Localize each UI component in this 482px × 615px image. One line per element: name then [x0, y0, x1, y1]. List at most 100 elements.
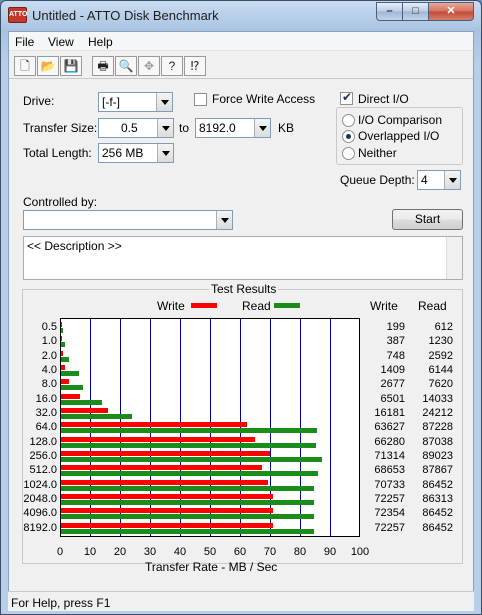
- toolbar: 🗋 📂 💾 🖶 🔍 ✥ ? ⁉: [9, 52, 473, 79]
- direct-io-checkbox[interactable]: [340, 90, 353, 105]
- read-bar: [61, 342, 65, 348]
- write-bar: [61, 494, 273, 499]
- write-value: 70733: [374, 478, 405, 491]
- force-write-checkbox[interactable]: [194, 93, 207, 106]
- new-file-icon[interactable]: 🗋: [14, 56, 36, 76]
- help-icon[interactable]: ?: [161, 56, 183, 76]
- read-value: 86452: [422, 478, 453, 491]
- menu-help[interactable]: Help: [88, 35, 113, 49]
- description-scrollbar[interactable]: [446, 237, 462, 279]
- x-tick-label: 70: [263, 546, 277, 558]
- transfer-size-row-label: 4.0: [41, 364, 57, 376]
- transfer-size-to-select[interactable]: 8192.0: [195, 118, 271, 138]
- x-tick-label: 50: [203, 546, 217, 558]
- controlled-by-label: Controlled by:: [23, 195, 98, 209]
- transfer-size-row-label: 64.0: [35, 421, 57, 434]
- read-value: 86452: [422, 521, 453, 534]
- write-value: 16181: [374, 407, 405, 419]
- chevron-down-icon[interactable]: [216, 211, 232, 229]
- write-bar: [61, 465, 263, 471]
- x-tick-label: 60: [233, 546, 247, 558]
- gridline: [330, 319, 331, 536]
- legend-read-label: Read: [242, 299, 271, 313]
- save-icon[interactable]: 💾: [60, 56, 82, 76]
- write-value: 387: [386, 335, 405, 348]
- transfer-size-row-label: 1024.0: [23, 478, 57, 491]
- write-value: 199: [386, 321, 405, 333]
- chevron-down-icon[interactable]: [254, 119, 270, 137]
- chevron-down-icon[interactable]: [157, 144, 173, 162]
- menu-file[interactable]: File: [15, 35, 34, 49]
- menu-view[interactable]: View: [48, 35, 74, 49]
- transfer-size-row-label: 4096.0: [23, 507, 57, 520]
- overlapped-io-radio[interactable]: [342, 130, 355, 143]
- minimize-button[interactable]: –: [376, 2, 403, 21]
- open-folder-icon[interactable]: 📂: [37, 56, 59, 76]
- transfer-size-row-label: 1.0: [41, 335, 57, 348]
- transfer-from-value: 0.5: [121, 121, 138, 135]
- read-bar: [61, 514, 315, 520]
- total-length-label: Total Length:: [23, 146, 92, 160]
- write-value: 72354: [374, 507, 405, 520]
- read-bar: [61, 500, 314, 505]
- read-bar: [61, 442, 316, 448]
- window-title: Untitled - ATTO Disk Benchmark: [32, 8, 219, 23]
- read-bar: [61, 385, 84, 391]
- transfer-size-label: Transfer Size:: [23, 121, 98, 135]
- print-icon[interactable]: 🖶: [92, 56, 114, 76]
- controlled-by-select[interactable]: [23, 210, 233, 230]
- read-value: 87867: [422, 464, 453, 477]
- context-help-icon[interactable]: ⁉: [184, 56, 206, 76]
- maximize-button[interactable]: □: [402, 2, 429, 21]
- write-bar: [61, 451, 270, 456]
- io-comparison-label: I/O Comparison: [358, 113, 443, 127]
- read-bar: [61, 414, 132, 419]
- chevron-down-icon[interactable]: [157, 119, 173, 137]
- write-bar: [61, 508, 273, 514]
- transfer-size-row-label: 8.0: [41, 378, 57, 391]
- read-bar: [61, 471, 319, 477]
- transfer-size-row-label: 8192.0: [23, 521, 57, 534]
- write-bar: [61, 365, 66, 370]
- write-bar: [61, 379, 69, 385]
- read-value: 14033: [422, 392, 453, 405]
- print-preview-icon[interactable]: 🔍: [115, 56, 137, 76]
- transfer-size-row-label: 2048.0: [23, 493, 57, 505]
- x-tick-label: 80: [293, 546, 307, 558]
- read-bar: [61, 485, 315, 491]
- total-length-select[interactable]: 256 MB: [98, 143, 174, 163]
- queue-depth-value: 4: [421, 173, 428, 187]
- read-value: 2592: [428, 349, 453, 362]
- transfer-size-from-select[interactable]: 0.5: [98, 118, 174, 138]
- total-length-value: 256 MB: [102, 146, 144, 160]
- description-text: << Description >>: [27, 239, 122, 253]
- chevron-down-icon[interactable]: [156, 93, 172, 111]
- write-value: 72257: [374, 493, 405, 505]
- read-value: 87038: [422, 435, 453, 448]
- read-bar: [61, 399, 103, 405]
- close-button[interactable]: ✕: [428, 2, 474, 21]
- title-bar[interactable]: ATTO Untitled - ATTO Disk Benchmark – □ …: [1, 1, 481, 31]
- queue-depth-select[interactable]: 4: [417, 170, 461, 190]
- app-window: ATTO Untitled - ATTO Disk Benchmark – □ …: [0, 0, 482, 615]
- write-bar: [61, 479, 269, 485]
- move-icon[interactable]: ✥: [138, 56, 160, 76]
- io-comparison-radio[interactable]: [342, 114, 355, 127]
- x-tick-label: 0: [56, 546, 64, 558]
- legend-read-swatch: [274, 303, 300, 308]
- read-value: 612: [434, 321, 453, 333]
- transfer-size-row-label: 512.0: [29, 464, 57, 477]
- write-bar: [61, 336, 63, 342]
- x-tick-label: 90: [323, 546, 337, 558]
- drive-select[interactable]: [-f-]: [98, 92, 173, 112]
- x-tick-label: 30: [143, 546, 157, 558]
- read-bar: [61, 528, 315, 534]
- menu-bar: File View Help: [9, 32, 473, 51]
- x-tick-label: 10: [83, 546, 97, 558]
- start-button[interactable]: Start: [392, 209, 463, 230]
- neither-radio[interactable]: [342, 147, 355, 160]
- description-textarea[interactable]: << Description >>: [23, 236, 463, 280]
- status-text: For Help, press F1: [11, 596, 111, 610]
- transfer-to-value: 8192.0: [199, 121, 236, 135]
- chevron-down-icon[interactable]: [444, 171, 460, 189]
